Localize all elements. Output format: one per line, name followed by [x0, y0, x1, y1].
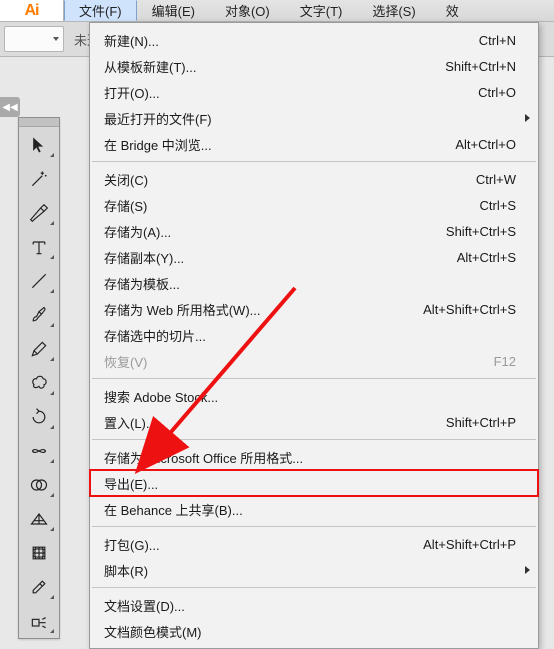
selection-tool[interactable] — [20, 128, 58, 161]
panel-collapse-tab[interactable]: ◀◀ — [0, 97, 20, 117]
menu-item-label: 打包(G)... — [104, 535, 423, 554]
menubar: Ai 文件(F)编辑(E)对象(O)文字(T)选择(S)效 — [0, 0, 554, 22]
menu-item[interactable]: 导出(E)... — [90, 470, 538, 496]
menu-item-shortcut: Ctrl+N — [479, 33, 516, 48]
menubar-item[interactable]: 选择(S) — [357, 0, 430, 21]
menu-item-shortcut: Shift+Ctrl+P — [446, 415, 516, 430]
menu-item[interactable]: 打包(G)...Alt+Shift+Ctrl+P — [90, 531, 538, 557]
line-tool[interactable] — [20, 264, 58, 297]
menu-item[interactable]: 在 Behance 上共享(B)... — [90, 496, 538, 522]
menu-item[interactable]: 打开(O)...Ctrl+O — [90, 79, 538, 105]
width-tool[interactable] — [20, 434, 58, 467]
menu-item-label: 打开(O)... — [104, 83, 478, 102]
menu-item[interactable]: 存储为 Microsoft Office 所用格式... — [90, 444, 538, 470]
menu-item-label: 最近打开的文件(F) — [104, 109, 516, 128]
shape-builder-tool[interactable] — [20, 468, 58, 501]
menu-item-label: 存储为模板... — [104, 274, 516, 293]
menu-item-label: 新建(N)... — [104, 31, 479, 50]
menu-item-label: 搜索 Adobe Stock... — [104, 387, 516, 406]
menu-item-shortcut: Ctrl+S — [480, 198, 516, 213]
menu-item-label: 从模板新建(T)... — [104, 57, 445, 76]
menu-item-shortcut: Ctrl+O — [478, 85, 516, 100]
menu-item[interactable]: 从模板新建(T)...Shift+Ctrl+N — [90, 53, 538, 79]
menu-item[interactable]: 存储副本(Y)...Alt+Ctrl+S — [90, 244, 538, 270]
menu-item-shortcut: Ctrl+W — [476, 172, 516, 187]
rotate-tool[interactable] — [20, 400, 58, 433]
menu-separator — [92, 439, 536, 440]
eyedropper-tool[interactable] — [20, 570, 58, 603]
menu-item-label: 存储副本(Y)... — [104, 248, 457, 267]
menu-item-label: 存储为(A)... — [104, 222, 446, 241]
menu-item[interactable]: 存储为 Web 所用格式(W)...Alt+Shift+Ctrl+S — [90, 296, 538, 322]
submenu-arrow-icon — [525, 114, 530, 122]
menu-item-shortcut: F12 — [494, 354, 516, 369]
menubar-item[interactable]: 对象(O) — [210, 0, 285, 21]
menu-item[interactable]: 搜索 Adobe Stock... — [90, 383, 538, 409]
menu-item-label: 在 Bridge 中浏览... — [104, 135, 455, 154]
menu-item[interactable]: 存储(S)Ctrl+S — [90, 192, 538, 218]
menu-item-label: 关闭(C) — [104, 170, 476, 189]
symbol-sprayer-tool[interactable] — [20, 604, 58, 637]
blob-brush-tool[interactable] — [20, 366, 58, 399]
pencil-tool[interactable] — [20, 332, 58, 365]
menu-item-label: 存储选中的切片... — [104, 326, 516, 345]
menu-item-label: 导出(E)... — [104, 474, 516, 493]
menu-item[interactable]: 脚本(R) — [90, 557, 538, 583]
menu-item-label: 存储为 Web 所用格式(W)... — [104, 300, 423, 319]
menubar-item[interactable]: 效 — [431, 0, 474, 21]
menu-item-label: 脚本(R) — [104, 561, 516, 580]
menu-item[interactable]: 存储选中的切片... — [90, 322, 538, 348]
menu-separator — [92, 587, 536, 588]
menubar-item[interactable]: 编辑(E) — [137, 0, 210, 21]
menu-item-label: 恢复(V) — [104, 352, 494, 371]
perspective-grid-tool[interactable] — [20, 502, 58, 535]
menu-item-shortcut: Shift+Ctrl+N — [445, 59, 516, 74]
menu-item[interactable]: 最近打开的文件(F) — [90, 105, 538, 131]
app-logo: Ai — [0, 0, 64, 21]
menu-separator — [92, 378, 536, 379]
menu-separator — [92, 161, 536, 162]
menubar-item[interactable]: 文件(F) — [64, 0, 137, 21]
magic-wand-tool[interactable] — [20, 162, 58, 195]
file-menu: 新建(N)...Ctrl+N从模板新建(T)...Shift+Ctrl+N打开(… — [89, 22, 539, 649]
menu-item-label: 文档颜色模式(M) — [104, 622, 516, 641]
pen-tool[interactable] — [20, 196, 58, 229]
menu-item-shortcut: Alt+Ctrl+S — [457, 250, 516, 265]
menu-item-label: 存储为 Microsoft Office 所用格式... — [104, 448, 516, 467]
menu-item-shortcut: Alt+Ctrl+O — [455, 137, 516, 152]
menu-item-label: 在 Behance 上共享(B)... — [104, 500, 516, 519]
menu-item[interactable]: 新建(N)...Ctrl+N — [90, 27, 538, 53]
menu-item[interactable]: 文档设置(D)... — [90, 592, 538, 618]
menu-item[interactable]: 存储为(A)...Shift+Ctrl+S — [90, 218, 538, 244]
menu-item: 恢复(V)F12 — [90, 348, 538, 374]
menu-item-label: 存储(S) — [104, 196, 480, 215]
menu-item-label: 文档设置(D)... — [104, 596, 516, 615]
menu-item[interactable]: 文档颜色模式(M) — [90, 618, 538, 644]
menubar-item[interactable]: 文字(T) — [285, 0, 358, 21]
menu-item[interactable]: 存储为模板... — [90, 270, 538, 296]
menu-item[interactable]: 置入(L)...Shift+Ctrl+P — [90, 409, 538, 435]
menu-separator — [92, 526, 536, 527]
mesh-tool[interactable] — [20, 536, 58, 569]
menu-item-shortcut: Alt+Shift+Ctrl+S — [423, 302, 516, 317]
menu-item-label: 置入(L)... — [104, 413, 446, 432]
collapse-glyph: ◀◀ — [2, 102, 17, 113]
menu-item[interactable]: 关闭(C)Ctrl+W — [90, 166, 538, 192]
app-logo-text: Ai — [25, 2, 39, 20]
control-dropdown[interactable] — [4, 26, 64, 52]
tools-panel — [18, 117, 60, 639]
submenu-arrow-icon — [525, 566, 530, 574]
menu-item[interactable]: 在 Bridge 中浏览...Alt+Ctrl+O — [90, 131, 538, 157]
tools-grip[interactable] — [19, 118, 59, 127]
menu-item-shortcut: Shift+Ctrl+S — [446, 224, 516, 239]
type-tool[interactable] — [20, 230, 58, 263]
paintbrush-tool[interactable] — [20, 298, 58, 331]
menu-item-shortcut: Alt+Shift+Ctrl+P — [423, 537, 516, 552]
